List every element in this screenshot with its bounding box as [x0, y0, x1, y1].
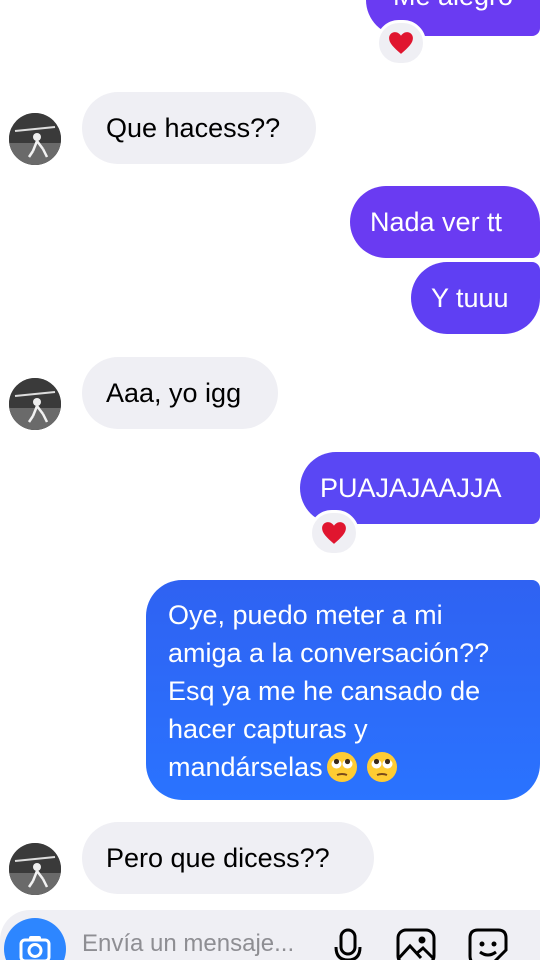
incoming-message[interactable]: Que hacess??: [82, 92, 316, 164]
incoming-message[interactable]: Aaa, yo igg: [82, 357, 278, 429]
message-text: Pero que dicess??: [106, 843, 330, 873]
outgoing-message[interactable]: Oye, puedo meter a mi amiga a la convers…: [146, 580, 540, 800]
eye-roll-emoji: [326, 752, 357, 782]
reaction-badge[interactable]: [376, 20, 426, 66]
avatar[interactable]: [9, 113, 61, 165]
eye-roll-emoji: [366, 752, 397, 782]
message-text: Aaa, yo igg: [106, 378, 242, 408]
message-text: Que hacess??: [106, 113, 281, 143]
sticker-icon: [468, 928, 508, 960]
heart-icon: [322, 522, 346, 544]
message-line-last: mandárselas: [168, 748, 522, 786]
message-text: Y tuuu: [431, 283, 509, 313]
message-line: hacer capturas y: [168, 714, 368, 744]
message-text: Me alegro: [393, 0, 513, 14]
avatar[interactable]: [9, 843, 61, 895]
heart-icon: [389, 32, 413, 54]
message-line: mandárselas: [168, 752, 323, 782]
gallery-button[interactable]: [396, 928, 436, 960]
image-icon: [396, 928, 436, 960]
message-line: Esq ya me he cansado de: [168, 676, 481, 706]
camera-button[interactable]: [4, 918, 66, 960]
outgoing-message[interactable]: Y tuuu: [411, 262, 540, 334]
message-input[interactable]: Envía un mensaje...: [82, 930, 294, 958]
camera-icon: [19, 936, 51, 960]
microphone-button[interactable]: [332, 928, 364, 960]
outgoing-message[interactable]: Nada ver tt: [350, 186, 540, 258]
message-text: Nada ver tt: [370, 207, 503, 237]
message-text: PUAJAJAAJJA: [320, 473, 502, 503]
microphone-icon: [334, 928, 362, 960]
reaction-badge[interactable]: [309, 510, 359, 556]
sticker-button[interactable]: [468, 928, 508, 960]
incoming-message[interactable]: Pero que dicess??: [82, 822, 374, 894]
message-line: amiga a la conversación??: [168, 638, 490, 668]
message-line: Oye, puedo meter a mi: [168, 600, 443, 630]
avatar[interactable]: [9, 378, 61, 430]
